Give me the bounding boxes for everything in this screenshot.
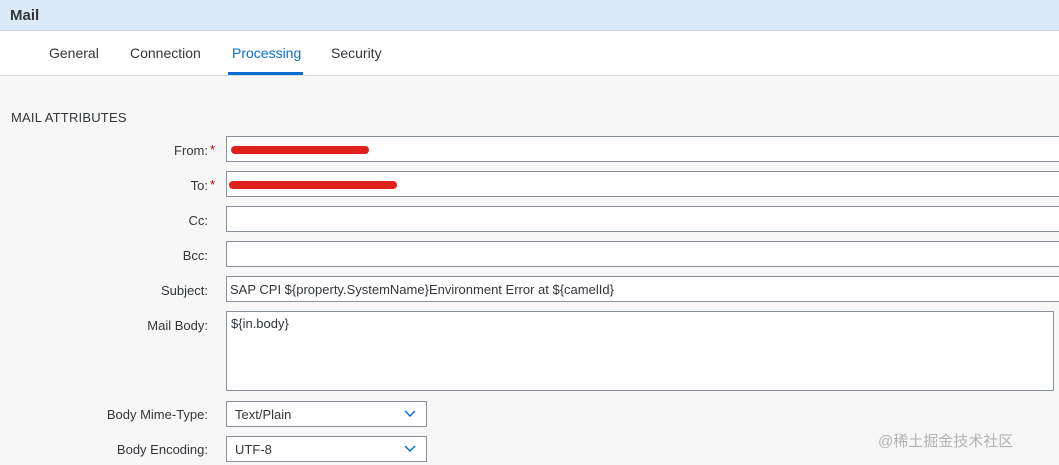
to-label: To: [190, 178, 208, 193]
chevron-down-icon [404, 410, 416, 418]
body-encoding-value: UTF-8 [235, 442, 272, 457]
mail-body-label: Mail Body: [147, 318, 208, 333]
mail-body-textarea[interactable]: ${in.body} [226, 311, 1054, 391]
redaction-mark [231, 146, 369, 154]
section-title: MAIL ATTRIBUTES [11, 110, 127, 125]
body-encoding-label: Body Encoding: [116, 442, 208, 457]
cc-label: Cc: [188, 213, 209, 228]
body-mime-type-label: Body Mime-Type: [106, 407, 208, 422]
bcc-field[interactable] [226, 241, 1059, 267]
body-mime-type-select[interactable]: Text/Plain [226, 401, 427, 427]
mail-body-value: ${in.body} [231, 316, 289, 331]
from-required-marker: * [210, 142, 216, 157]
tab-bar: General Connection Processing Security [0, 31, 1059, 76]
active-tab-indicator [228, 72, 303, 75]
from-field[interactable] [226, 136, 1059, 162]
from-label: From: [174, 143, 208, 158]
to-field[interactable] [226, 171, 1059, 197]
tab-connection[interactable]: Connection [130, 45, 201, 61]
body-encoding-select[interactable]: UTF-8 [226, 436, 427, 462]
redaction-mark [229, 181, 397, 189]
tab-security[interactable]: Security [331, 45, 382, 61]
body-mime-type-value: Text/Plain [235, 407, 292, 422]
watermark: @稀土掘金技术社区 [878, 433, 1014, 450]
cc-field[interactable] [226, 206, 1059, 232]
to-required-marker: * [210, 177, 216, 192]
chevron-down-icon [404, 445, 416, 453]
subject-label: Subject: [161, 283, 208, 298]
tab-general[interactable]: General [49, 45, 99, 61]
tab-processing[interactable]: Processing [232, 45, 301, 61]
bcc-label: Bcc: [182, 248, 208, 263]
page-title: Mail [10, 7, 40, 24]
subject-field[interactable]: SAP CPI ${property.SystemName}Environmen… [226, 276, 1059, 302]
subject-value: SAP CPI ${property.SystemName}Environmen… [230, 282, 614, 297]
page-header: Mail [0, 0, 1059, 31]
